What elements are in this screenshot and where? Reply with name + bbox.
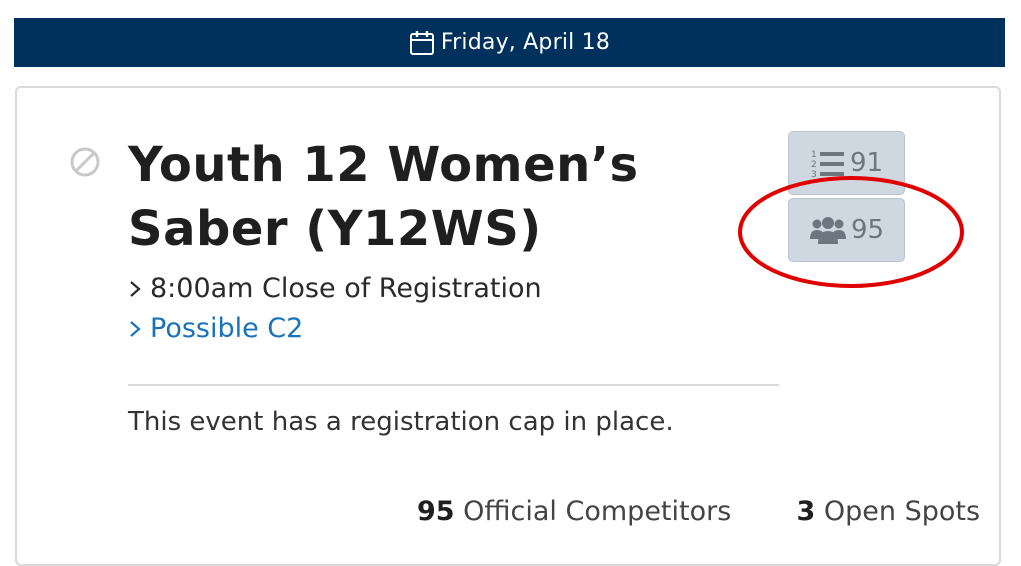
- open-spots-count: 3: [796, 496, 816, 527]
- chevron-right-icon: [128, 319, 146, 339]
- open-spots-label: Open Spots: [823, 496, 981, 527]
- possible-rating-link[interactable]: Possible C2: [128, 311, 303, 347]
- close-of-registration-label: 8:00am Close of Registration: [150, 273, 542, 304]
- date-header: Friday, April 18: [14, 18, 1005, 67]
- close-of-registration: 8:00am Close of Registration: [128, 271, 542, 307]
- highlight-circle: [738, 176, 964, 288]
- event-title-line-2: Saber (Y12WS): [128, 201, 542, 257]
- svg-text:1: 1: [811, 150, 817, 160]
- ordered-list-icon: 1 2 3: [810, 147, 846, 179]
- official-competitors-count: 95: [417, 496, 455, 527]
- divider: [128, 384, 779, 386]
- possible-rating-label[interactable]: Possible C2: [150, 311, 303, 347]
- chevron-right-icon: [128, 279, 146, 299]
- date-label: Friday, April 18: [440, 30, 611, 55]
- event-stats: 95 Official Competitors 3 Open Spots: [417, 494, 980, 530]
- svg-text:2: 2: [811, 160, 817, 170]
- event-title-line-1: Youth 12 Women’s: [128, 137, 639, 193]
- event-title: Youth 12 Women’s Saber (Y12WS): [128, 133, 688, 261]
- ban-icon: [69, 146, 101, 182]
- rankings-count: 91: [849, 148, 884, 178]
- official-competitors-label: Official Competitors: [463, 496, 732, 527]
- registration-cap-note: This event has a registration cap in pla…: [128, 407, 674, 437]
- calendar-icon: [409, 30, 435, 56]
